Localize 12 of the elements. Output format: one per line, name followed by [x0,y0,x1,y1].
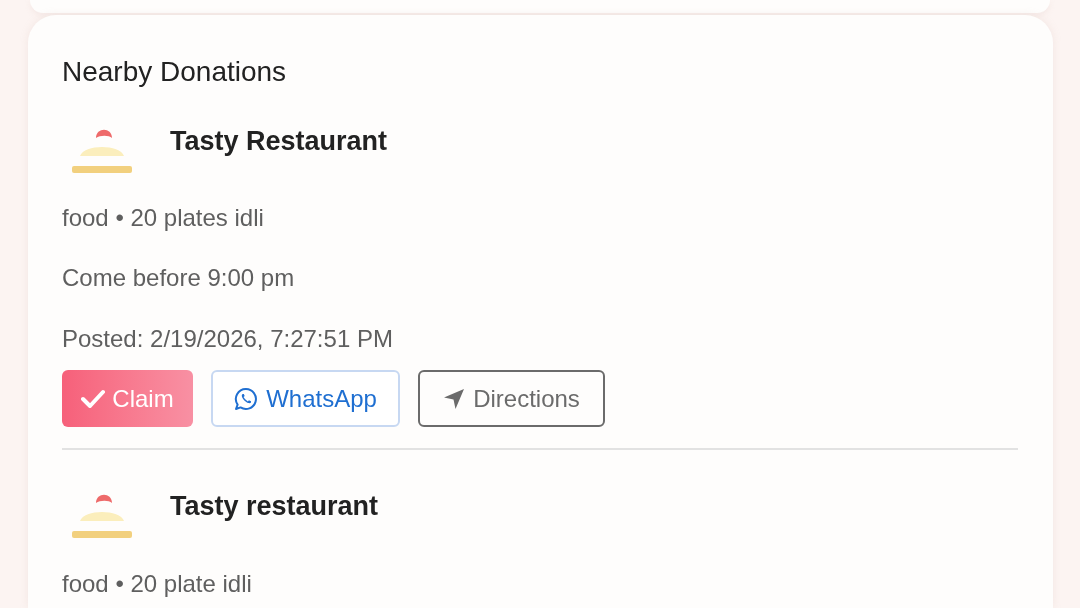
navigation-arrow-icon [443,387,466,410]
whatsapp-icon [234,386,259,411]
donation-summary: food • 20 plates idli [62,203,265,233]
donor-name: Tasty restaurant [170,490,379,522]
section-title: Nearby Donations [62,56,288,88]
posted-time: Posted: 2/19/2026, 7:27:51 PM [62,324,394,354]
donation-note: Come before 9:00 pm [62,263,296,293]
directions-button[interactable]: Directions [418,370,605,427]
whatsapp-button[interactable]: WhatsApp [211,370,400,427]
donation-summary: food • 20 plate idli [62,569,253,599]
donor-name: Tasty Restaurant [170,125,388,157]
check-icon [81,389,106,408]
